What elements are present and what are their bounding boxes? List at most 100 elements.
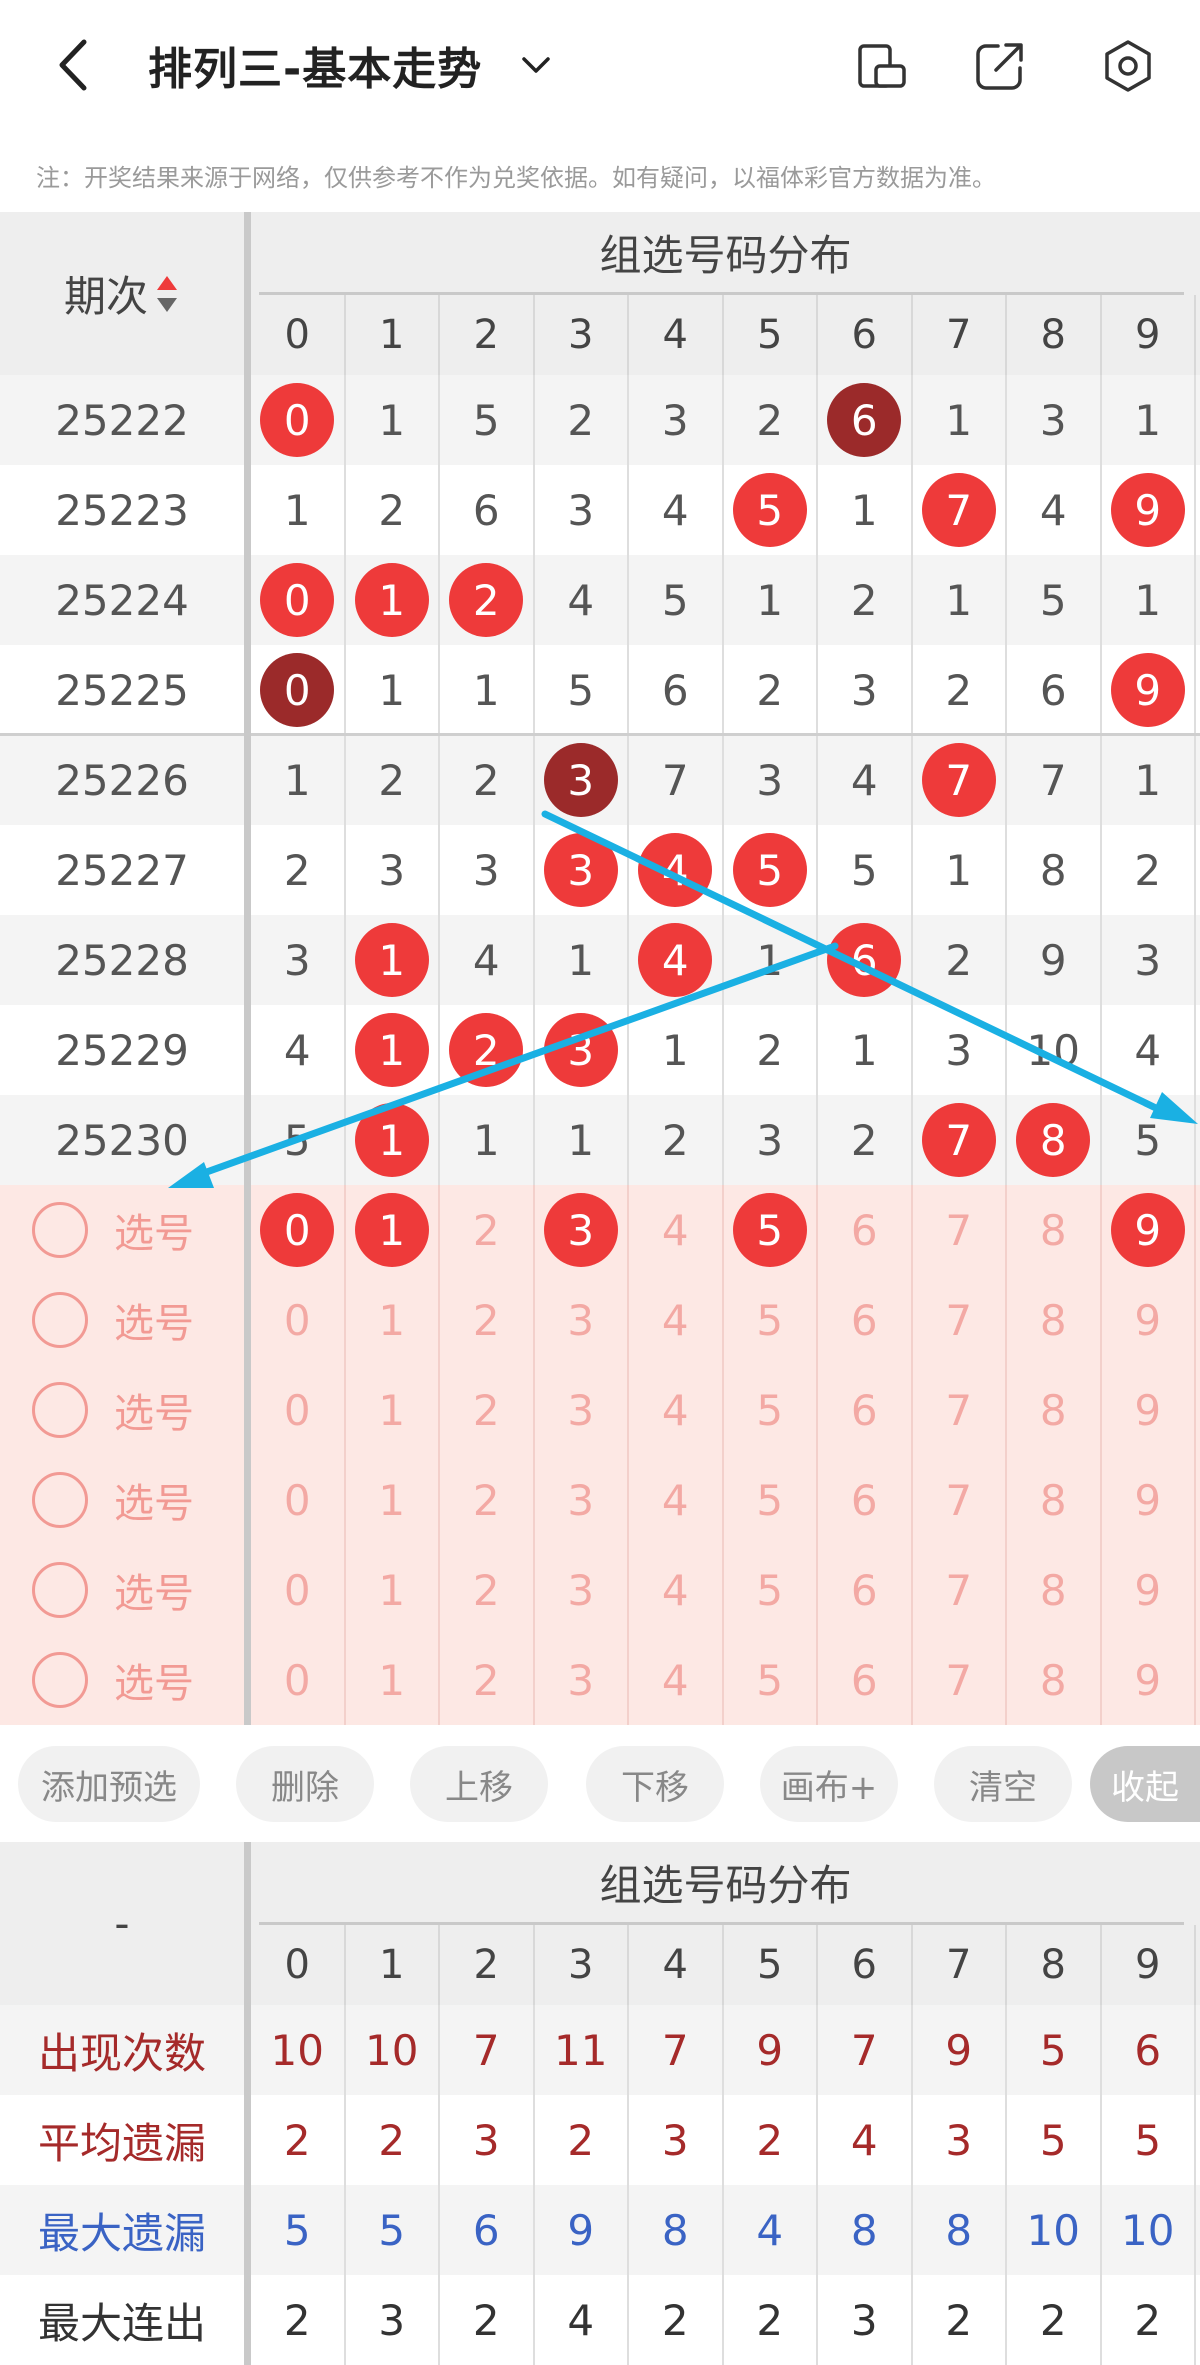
pick-digit-5[interactable]: 5: [724, 1365, 818, 1455]
pick-row-selector[interactable]: 选号: [0, 1635, 244, 1725]
period-header[interactable]: 期次: [0, 212, 244, 375]
pick-digit-2[interactable]: 2: [440, 1635, 535, 1725]
pick-row-selector[interactable]: 选号: [0, 1545, 244, 1635]
pick-digit-3[interactable]: 3: [535, 1545, 629, 1635]
pick-digit-3[interactable]: 3: [535, 1185, 629, 1275]
pick-digit-7[interactable]: 7: [913, 1275, 1007, 1365]
title-dropdown[interactable]: 排列三-基本走势: [148, 30, 556, 100]
phone-landscape-icon[interactable]: [852, 36, 912, 96]
pick-digit-6[interactable]: 6: [818, 1185, 913, 1275]
pick-digit-2[interactable]: 2: [440, 1455, 535, 1545]
pick-digit-5[interactable]: 5: [724, 1275, 818, 1365]
pick-digit-7[interactable]: 7: [913, 1545, 1007, 1635]
pick-digit-2[interactable]: 2: [440, 1545, 535, 1635]
stat-label: 平均遗漏: [37, 2118, 206, 2168]
cell-digit-7: 7: [913, 735, 1007, 825]
delete-button[interactable]: 删除: [236, 1746, 374, 1822]
pick-digit-6[interactable]: 6: [818, 1545, 913, 1635]
pick-digit-4[interactable]: 4: [629, 1635, 724, 1725]
add-preselect-button[interactable]: 添加预选: [18, 1746, 200, 1822]
pick-digit-8[interactable]: 8: [1007, 1545, 1102, 1635]
pick-digit-9[interactable]: 9: [1102, 1275, 1196, 1365]
pick-digit-4[interactable]: 4: [629, 1545, 724, 1635]
pick-digit-8[interactable]: 8: [1007, 1455, 1102, 1545]
pick-row-selector[interactable]: 选号: [0, 1275, 244, 1365]
radio-circle-icon[interactable]: [32, 1562, 88, 1618]
pick-digit-3[interactable]: 3: [535, 1275, 629, 1365]
gear-icon[interactable]: [1098, 36, 1158, 96]
pick-digit-0[interactable]: 0: [251, 1635, 346, 1725]
pick-row-selector[interactable]: 选号: [0, 1365, 244, 1455]
pick-digit-2[interactable]: 2: [440, 1365, 535, 1455]
stat-value: 9: [913, 2005, 1007, 2095]
pick-digit-1[interactable]: 1: [346, 1455, 440, 1545]
pick-label: 选号: [114, 1391, 194, 1437]
pick-row-selector[interactable]: 选号: [0, 1185, 244, 1275]
radio-circle-icon[interactable]: [32, 1472, 88, 1528]
pick-digit-0[interactable]: 0: [251, 1365, 346, 1455]
pick-digit-1[interactable]: 1: [346, 1185, 440, 1275]
canvas-plus-button[interactable]: 画布+: [760, 1746, 898, 1822]
pick-digit-6[interactable]: 6: [818, 1635, 913, 1725]
selected-ball[interactable]: 1: [354, 1193, 429, 1267]
pick-digit-6[interactable]: 6: [818, 1455, 913, 1545]
cell-digit-5: 2: [724, 375, 818, 465]
pick-digit-9[interactable]: 9: [1102, 1545, 1196, 1635]
pick-digit-0[interactable]: 0: [251, 1455, 346, 1545]
pick-digit-4[interactable]: 4: [629, 1365, 724, 1455]
cell-digit-0: 2: [251, 825, 346, 915]
pick-digit-2[interactable]: 2: [440, 1275, 535, 1365]
pick-digit-9[interactable]: 9: [1102, 1455, 1196, 1545]
pick-digit-9[interactable]: 9: [1102, 1185, 1196, 1275]
clear-button[interactable]: 清空: [934, 1746, 1072, 1822]
selected-ball[interactable]: 5: [732, 1193, 807, 1267]
selected-ball[interactable]: 3: [543, 1193, 618, 1267]
pick-digit-6[interactable]: 6: [818, 1365, 913, 1455]
radio-circle-icon[interactable]: [32, 1382, 88, 1438]
cell-digit-0: 0: [251, 375, 346, 465]
pick-digit-3[interactable]: 3: [535, 1635, 629, 1725]
pick-digit-4[interactable]: 4: [629, 1185, 724, 1275]
selected-ball[interactable]: 0: [260, 1193, 335, 1267]
move-down-button[interactable]: 下移: [586, 1746, 724, 1822]
pick-digit-0[interactable]: 0: [251, 1275, 346, 1365]
pick-digit-3[interactable]: 3: [535, 1365, 629, 1455]
pick-digit-8[interactable]: 8: [1007, 1185, 1102, 1275]
radio-circle-icon[interactable]: [32, 1202, 88, 1258]
radio-circle-icon[interactable]: [32, 1652, 88, 1708]
pick-digit-0[interactable]: 0: [251, 1545, 346, 1635]
pick-digit-7[interactable]: 7: [913, 1185, 1007, 1275]
pick-digit-2[interactable]: 2: [440, 1185, 535, 1275]
pick-digit-5[interactable]: 5: [724, 1185, 818, 1275]
row-separator: [0, 733, 1200, 736]
collapse-button[interactable]: 收起: [1090, 1746, 1200, 1822]
pick-digit-9[interactable]: 9: [1102, 1635, 1196, 1725]
pick-digit-1[interactable]: 1: [346, 1275, 440, 1365]
radio-circle-icon[interactable]: [32, 1292, 88, 1348]
hit-ball: 1: [354, 563, 429, 637]
pick-digit-7[interactable]: 7: [913, 1365, 1007, 1455]
pick-digit-0[interactable]: 0: [251, 1185, 346, 1275]
pick-digit-1[interactable]: 1: [346, 1635, 440, 1725]
share-icon[interactable]: [970, 36, 1030, 96]
move-up-button[interactable]: 上移: [410, 1746, 548, 1822]
row-cells: 0152326131: [251, 375, 1200, 465]
pick-digit-7[interactable]: 7: [913, 1455, 1007, 1545]
pick-digit-4[interactable]: 4: [629, 1275, 724, 1365]
pick-digit-8[interactable]: 8: [1007, 1275, 1102, 1365]
pick-digit-5[interactable]: 5: [724, 1455, 818, 1545]
pick-digit-6[interactable]: 6: [818, 1275, 913, 1365]
pick-digit-4[interactable]: 4: [629, 1455, 724, 1545]
pick-digit-7[interactable]: 7: [913, 1635, 1007, 1725]
pick-digit-8[interactable]: 8: [1007, 1365, 1102, 1455]
pick-digit-5[interactable]: 5: [724, 1635, 818, 1725]
pick-digit-1[interactable]: 1: [346, 1365, 440, 1455]
pick-digit-5[interactable]: 5: [724, 1545, 818, 1635]
pick-digit-8[interactable]: 8: [1007, 1635, 1102, 1725]
pick-digit-9[interactable]: 9: [1102, 1365, 1196, 1455]
chevron-left-icon[interactable]: [40, 30, 110, 100]
pick-digit-3[interactable]: 3: [535, 1455, 629, 1545]
selected-ball[interactable]: 9: [1110, 1193, 1185, 1267]
pick-row-selector[interactable]: 选号: [0, 1455, 244, 1545]
pick-digit-1[interactable]: 1: [346, 1545, 440, 1635]
